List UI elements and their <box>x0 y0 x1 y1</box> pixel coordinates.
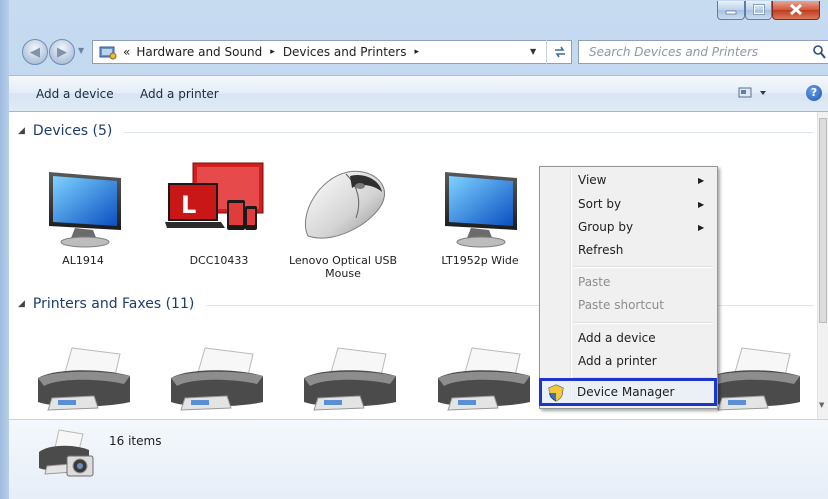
forward-arrow-icon: ▶ <box>57 44 67 60</box>
vertical-scrollbar[interactable]: ▼ <box>817 112 828 419</box>
submenu-arrow-icon: ▶ <box>698 223 705 232</box>
help-icon[interactable]: ? <box>806 85 822 101</box>
refresh-icon <box>554 46 565 58</box>
change-view-button[interactable] <box>738 86 768 103</box>
back-button[interactable]: ◀ <box>22 39 48 65</box>
control-panel-icon <box>99 46 117 60</box>
view-options-icon <box>738 87 766 98</box>
group-divider <box>206 305 814 306</box>
printer-icon[interactable] <box>34 346 134 415</box>
menu-item-sort-by[interactable]: Sort by <box>578 197 621 211</box>
printer-camera-icon <box>37 426 97 485</box>
scrollbar-thumb[interactable] <box>819 118 827 323</box>
command-bar: Add a device Add a printer ? <box>9 75 828 112</box>
add-a-printer-button[interactable]: Add a printer <box>140 87 219 101</box>
collapse-triangle-icon[interactable]: ◢ <box>18 299 25 309</box>
maximize-icon <box>753 4 765 15</box>
mouse-icon[interactable] <box>298 166 390 251</box>
scroll-down-icon[interactable]: ▼ <box>819 401 824 409</box>
device-label[interactable]: AL1914 <box>28 254 138 267</box>
breadcrumb-separator[interactable]: ▸ <box>270 47 275 57</box>
monitor-icon[interactable] <box>437 168 523 255</box>
group-label-devices: Devices (5) <box>32 123 113 139</box>
menu-separator <box>573 266 713 268</box>
computer-icon[interactable]: L <box>165 160 265 245</box>
menu-item-paste-shortcut[interactable]: Paste shortcut <box>578 298 664 312</box>
menu-item-group-by[interactable]: Group by <box>578 220 633 234</box>
window-left-border <box>0 0 9 499</box>
breadcrumb-hardware-and-sound[interactable]: Hardware and Sound <box>136 45 262 59</box>
menu-gutter <box>570 169 572 406</box>
printer-icon[interactable] <box>300 346 400 415</box>
menu-item-device-manager-label: Device Manager <box>577 385 675 399</box>
menu-item-view[interactable]: View <box>578 173 606 187</box>
device-label[interactable]: Lenovo Optical USB Mouse <box>288 254 398 280</box>
device-label[interactable]: DCC10433 <box>164 254 274 267</box>
address-bar[interactable]: « Hardware and Sound ▸ Devices and Print… <box>92 40 572 64</box>
menu-item-refresh[interactable]: Refresh <box>578 243 623 257</box>
refresh-button[interactable] <box>546 40 572 64</box>
search-input[interactable]: Search Devices and Printers <box>578 40 828 64</box>
svg-text:L: L <box>181 191 196 219</box>
group-label-printers: Printers and Faxes (11) <box>32 296 195 312</box>
printer-icon[interactable] <box>167 346 267 415</box>
breadcrumb-devices-and-printers[interactable]: Devices and Printers <box>283 45 407 59</box>
add-a-device-button[interactable]: Add a device <box>36 87 114 101</box>
minimize-icon <box>725 10 737 15</box>
search-placeholder: Search Devices and Printers <box>589 45 759 59</box>
address-overflow[interactable]: « <box>123 45 130 59</box>
context-menu: View ▶ Sort by ▶ Group by ▶ Refresh Past… <box>539 166 718 409</box>
menu-item-add-a-printer[interactable]: Add a printer <box>578 354 657 368</box>
group-header-devices[interactable]: ◢ Devices (5) <box>18 123 112 139</box>
breadcrumb-separator[interactable]: ▸ <box>414 47 419 57</box>
printer-icon[interactable] <box>704 346 804 415</box>
close-button[interactable] <box>772 1 820 20</box>
recent-pages-chevron-icon[interactable]: ▼ <box>78 46 84 55</box>
item-count: 16 items <box>109 434 162 448</box>
address-dropdown-icon[interactable]: ▼ <box>530 47 536 56</box>
minimize-button[interactable] <box>717 1 745 20</box>
monitor-icon[interactable] <box>41 168 127 255</box>
device-label[interactable]: LT1952p Wide <box>425 254 535 267</box>
group-divider <box>124 132 814 133</box>
submenu-arrow-icon: ▶ <box>698 200 705 209</box>
uac-shield-icon <box>548 384 564 402</box>
close-icon <box>789 3 803 16</box>
menu-item-add-a-device[interactable]: Add a device <box>578 331 656 345</box>
group-header-printers-and-faxes[interactable]: ◢ Printers and Faxes (11) <box>18 296 194 312</box>
menu-item-device-manager[interactable]: Device Manager <box>539 378 717 406</box>
back-arrow-icon: ◀ <box>30 44 40 60</box>
menu-item-paste[interactable]: Paste <box>578 275 610 289</box>
details-pane: 16 items <box>9 419 828 499</box>
collapse-triangle-icon[interactable]: ◢ <box>18 126 25 136</box>
search-icon[interactable] <box>812 44 826 63</box>
menu-separator <box>573 322 713 324</box>
submenu-arrow-icon: ▶ <box>698 176 705 185</box>
forward-button[interactable]: ▶ <box>49 39 75 65</box>
maximize-button[interactable] <box>745 1 772 20</box>
printer-icon[interactable] <box>434 346 534 415</box>
